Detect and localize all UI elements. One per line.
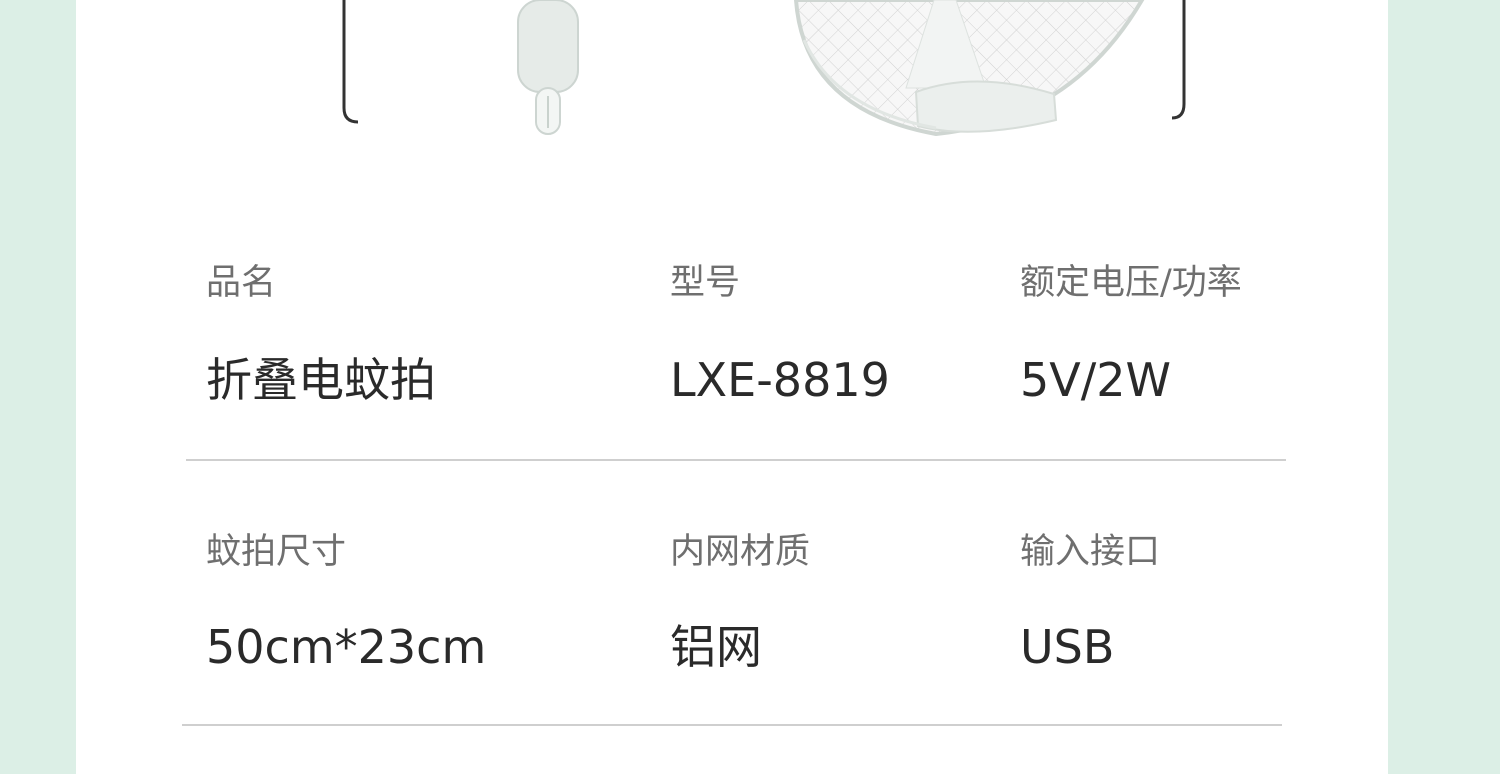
product-spec-card: 品名 折叠电蚊拍 型号 LXE-8819 额定电压/功率 5V/2W 蚊拍尺寸 … [76,0,1388,774]
spec-value-inner-mesh-material: 铝网 [670,620,762,674]
row-divider [186,459,1286,461]
row-divider [182,724,1282,726]
spec-value-model: LXE-8819 [670,353,890,407]
spec-value-input-port: USB [1020,620,1115,674]
folding-mosquito-swatter-illustration [342,0,1186,137]
spec-label-model: 型号 [670,263,741,303]
spec-value-rated-voltage-power: 5V/2W [1020,353,1171,407]
spec-label-product-name: 品名 [206,263,277,303]
spec-label-swatter-size: 蚊拍尺寸 [206,532,347,572]
spec-label-rated-voltage-power: 额定电压/功率 [1020,263,1242,303]
spec-value-product-name: 折叠电蚊拍 [206,353,436,407]
spec-label-inner-mesh-material: 内网材质 [670,532,811,572]
spec-label-input-port: 输入接口 [1020,532,1161,572]
spec-value-swatter-size: 50cm*23cm [206,620,487,674]
